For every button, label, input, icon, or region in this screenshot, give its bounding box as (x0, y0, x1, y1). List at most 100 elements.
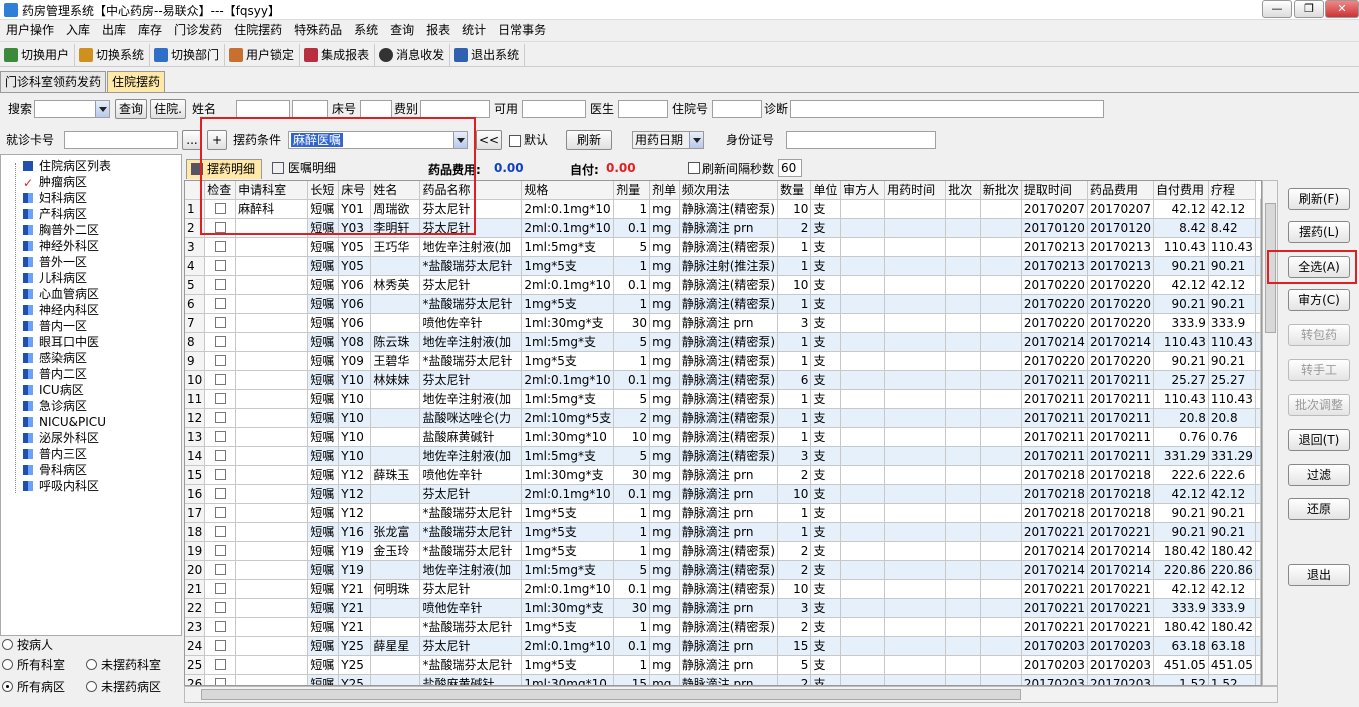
menu-stats[interactable]: 统计 (456, 20, 492, 41)
scroll-thumb[interactable] (1265, 203, 1276, 333)
row-checkbox[interactable] (204, 427, 237, 447)
checkbox[interactable] (214, 411, 226, 423)
col-header[interactable]: 提取时间 (1021, 181, 1088, 200)
tree-item[interactable]: 普内二区 (23, 366, 87, 382)
default-checkbox[interactable] (509, 135, 521, 147)
exit-system-button[interactable]: 退出系统 (450, 44, 526, 66)
date-type-select[interactable]: 用药日期 (632, 131, 704, 149)
table-row[interactable]: 4 短嘱 Y05 *盐酸瑞芬太尼针 1mg*5支 1 mg 静脉注射(推注泵) 1 支 201702… (185, 256, 1261, 276)
inpatient-no-input[interactable] (712, 100, 762, 118)
restore-button[interactable]: 还原 (1288, 498, 1350, 520)
checkbox[interactable] (214, 601, 226, 613)
refresh-button[interactable]: 刷新(F) (1288, 188, 1350, 210)
dispense-button[interactable]: 摆药(L) (1288, 221, 1350, 243)
refresh-interval-checkbox[interactable] (688, 162, 700, 174)
row-checkbox[interactable] (204, 541, 237, 561)
row-checkbox[interactable] (204, 351, 237, 371)
table-row[interactable]: 12 短嘱 Y10 盐酸咪达唑仑(力 2ml:10mg*5支 2 mg 静脉滴注(精密泵) 1 支… (185, 408, 1261, 428)
minimize-button[interactable]: — (1262, 0, 1292, 18)
doctor-input[interactable] (618, 100, 668, 118)
batch-adjust-button[interactable]: 批次调整 (1288, 394, 1350, 416)
row-checkbox[interactable] (204, 465, 237, 485)
row-checkbox[interactable] (204, 237, 237, 257)
refresh-filter-button[interactable]: 刷新 (566, 130, 612, 150)
checkbox[interactable] (214, 487, 226, 499)
radio-all-wards[interactable]: 所有病区 (2, 680, 65, 694)
id-card-input[interactable] (786, 131, 936, 149)
tree-item[interactable]: 急诊病区 (23, 398, 87, 414)
table-row[interactable]: 20 短嘱 Y19 地佐辛注射液(加 1ml:5mg*支 5 mg 静脉滴注(精密泵) 2 支 20… (185, 560, 1261, 580)
checkbox[interactable] (214, 259, 226, 271)
back-button[interactable]: << (476, 130, 502, 150)
checkbox[interactable] (214, 506, 226, 518)
tree-item[interactable]: 心血管病区 (23, 286, 99, 302)
horizontal-scrollbar[interactable] (184, 686, 1278, 703)
checkbox[interactable] (214, 278, 226, 290)
checkbox[interactable] (214, 639, 226, 651)
tree-item[interactable]: ✓ 肿瘤病区 (23, 174, 87, 190)
checkbox[interactable] (214, 525, 226, 537)
col-header[interactable]: 疗程 (1208, 181, 1257, 200)
return-button[interactable]: 退回(T) (1288, 429, 1350, 451)
chevron-down-icon[interactable] (689, 132, 703, 148)
tab-dispense-detail[interactable]: 摆药明细 (186, 159, 263, 179)
table-row[interactable]: 14 短嘱 Y10 地佐辛注射液(加 1ml:5mg*支 5 mg 静脉滴注(精密泵) 3 支 20… (185, 446, 1261, 466)
radio-not-dispensed-depts[interactable]: 未摆药科室 (86, 658, 161, 672)
checkbox[interactable] (214, 620, 226, 632)
row-checkbox[interactable] (204, 446, 237, 466)
row-checkbox[interactable] (204, 655, 237, 675)
tree-item[interactable]: 普外一区 (23, 254, 87, 270)
tab-outpatient-dispense[interactable]: 门诊科室领药发药 (0, 71, 107, 92)
row-checkbox[interactable] (204, 579, 237, 599)
table-row[interactable]: 2 短嘱 Y03 李明轩 芬太尼针 2ml:0.1mg*10 0.1 mg 静脉滴注 prn 2 支… (185, 218, 1261, 238)
checkbox[interactable] (214, 544, 226, 556)
checkbox[interactable] (214, 354, 226, 366)
checkbox[interactable] (214, 582, 226, 594)
close-button[interactable]: ✕ (1325, 0, 1359, 18)
row-checkbox[interactable] (204, 503, 237, 523)
checkbox[interactable] (214, 430, 226, 442)
table-row[interactable]: 10 短嘱 Y10 林妹妹 芬太尼针 2ml:0.1mg*10 0.1 mg 静脉滴注(精密泵)… (185, 370, 1261, 390)
menu-report[interactable]: 报表 (420, 20, 456, 41)
tree-item[interactable]: 普内三区 (23, 446, 87, 462)
checkbox[interactable] (214, 221, 226, 233)
search-select[interactable] (34, 100, 110, 118)
row-checkbox[interactable] (204, 313, 237, 333)
row-checkbox[interactable] (204, 408, 237, 428)
diagnosis-input[interactable] (790, 100, 1104, 118)
row-checkbox[interactable] (204, 294, 237, 314)
tree-item[interactable]: 产科病区 (23, 206, 87, 222)
vertical-scrollbar[interactable] (1262, 180, 1278, 686)
checkbox[interactable] (214, 468, 226, 480)
table-row[interactable]: 8 短嘱 Y08 陈云珠 地佐辛注射液(加 1ml:5mg*支 5 mg 静脉滴注(精密泵) 1 支… (185, 332, 1261, 352)
col-header[interactable]: 药品名称 (419, 181, 523, 200)
checkbox[interactable] (214, 677, 226, 685)
radio-not-dispensed-wards[interactable]: 未摆药病区 (86, 680, 161, 694)
table-row[interactable]: 19 短嘱 Y19 金玉玲 *盐酸瑞芬太尼针 1mg*5支 1 mg 静脉滴注(精密泵) 2 支 20… (185, 541, 1261, 561)
row-checkbox[interactable] (204, 389, 237, 409)
col-header[interactable]: 用药时间 (884, 181, 947, 200)
checkbox[interactable] (214, 202, 226, 214)
menu-outbound[interactable]: 出库 (96, 20, 132, 41)
menu-inpatient[interactable]: 住院摆药 (228, 20, 288, 41)
query-button[interactable]: 查询 (115, 99, 147, 119)
ward-button[interactable]: 住院. (150, 99, 186, 119)
table-row[interactable]: 6 短嘱 Y06 *盐酸瑞芬太尼针 1mg*5支 1 mg 静脉滴注(精密泵) 1 支 201702… (185, 294, 1261, 314)
switch-dept-button[interactable]: 切换部门 (150, 44, 226, 66)
row-checkbox[interactable] (204, 218, 237, 238)
to-package-button[interactable]: 转包药 (1288, 324, 1350, 346)
menu-special-drugs[interactable]: 特殊药品 (288, 20, 348, 41)
lock-user-button[interactable]: 用户锁定 (225, 44, 301, 66)
col-header[interactable]: 床号 (338, 181, 372, 200)
checkbox[interactable] (214, 392, 226, 404)
col-header[interactable]: 审方人 (840, 181, 886, 200)
row-checkbox[interactable] (204, 560, 237, 580)
tree-item[interactable]: 感染病区 (23, 350, 87, 366)
row-checkbox[interactable] (204, 674, 237, 685)
col-header[interactable]: 频次用法 (679, 181, 779, 200)
tree-item[interactable]: 泌尿外科区 (23, 430, 99, 446)
col-header[interactable]: 数量 (777, 181, 812, 200)
table-row[interactable]: 18 短嘱 Y16 张龙富 *盐酸瑞芬太尼针 1mg*5支 1 mg 静脉滴注 prn 1 支 201… (185, 522, 1261, 542)
to-manual-button[interactable]: 转手工 (1288, 359, 1350, 381)
col-header[interactable]: 姓名 (370, 181, 421, 200)
